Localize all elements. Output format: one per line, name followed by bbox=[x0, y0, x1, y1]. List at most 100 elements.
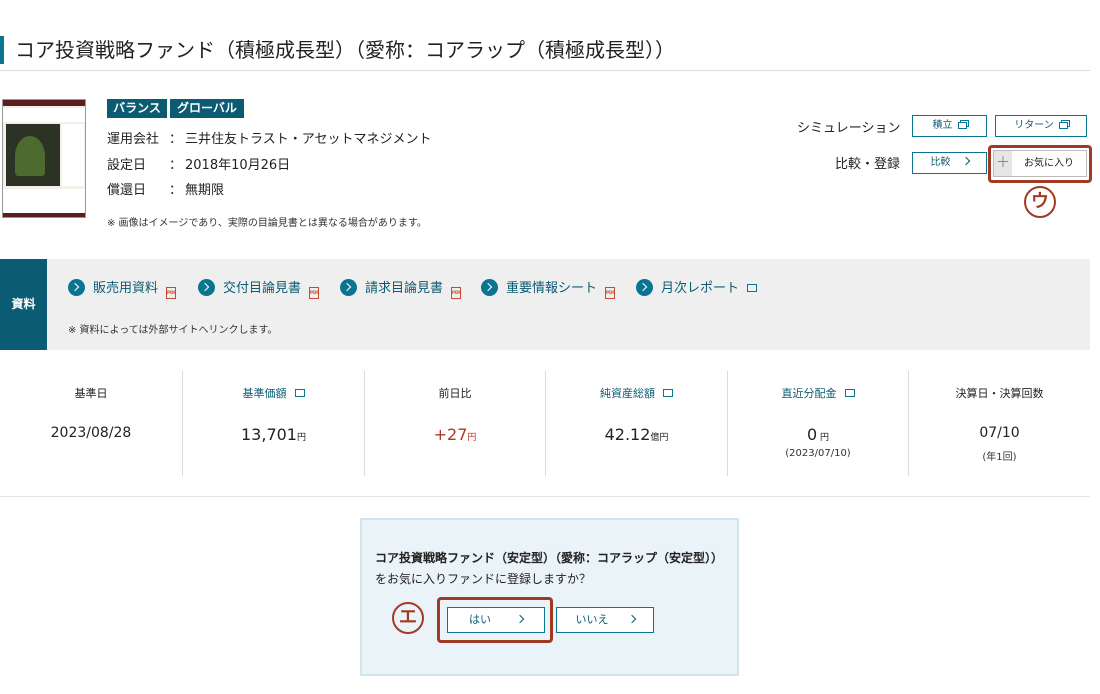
doc-link-key-info-sheet[interactable]: 重要情報シート PDF bbox=[481, 279, 616, 299]
stats-divider bbox=[0, 496, 1090, 497]
return-simulation-button[interactable]: リターン bbox=[995, 115, 1087, 137]
title-accent-bar bbox=[0, 36, 4, 64]
marker-u-badge: ウ bbox=[1024, 186, 1056, 218]
arrow-circle-icon bbox=[340, 279, 357, 296]
info-value: 2018年10月26日 bbox=[185, 158, 291, 173]
stat-unit: 円 bbox=[817, 433, 830, 443]
return-label: リターン bbox=[1014, 120, 1054, 131]
stat-value: 07/10 bbox=[979, 425, 1020, 441]
info-row-maturity: 償還日 ：無期限 bbox=[107, 182, 224, 200]
stat-day-change: 前日比 +27円 bbox=[364, 371, 545, 476]
doc-link-sales-material[interactable]: 販売用資料 PDF bbox=[68, 279, 177, 299]
pdf-icon: PDF bbox=[451, 287, 462, 299]
compare-button[interactable]: 比較 bbox=[912, 152, 987, 174]
page-title-bar: コア投資戦略ファンド（積極成長型）（愛称：コアラップ（積極成長型）） bbox=[0, 36, 1090, 66]
stat-value: +27 bbox=[433, 425, 468, 444]
chevron-right-icon bbox=[627, 614, 636, 624]
info-row-inception: 設定日 ： 2018年10月26日 bbox=[107, 157, 290, 175]
stat-value-wrap: +27円 bbox=[365, 425, 545, 444]
external-window-icon bbox=[844, 389, 855, 397]
no-label: いいえ bbox=[575, 613, 609, 626]
arrow-circle-icon bbox=[481, 279, 498, 296]
compare-register-label: 比較・登録 bbox=[835, 157, 901, 172]
info-label: 償還日 bbox=[107, 183, 147, 198]
stat-value-wrap: 13,701円 bbox=[183, 425, 364, 444]
dialog-fund-name: コア投資戦略ファンド（安定型）（愛称：コアラップ（安定型）） bbox=[375, 551, 724, 565]
prospectus-thumbnail[interactable] bbox=[2, 99, 86, 218]
stat-label: 決算日・決算回数 bbox=[955, 387, 1044, 400]
documents-note: ※ 資料によっては外部サイトへリンクします。 bbox=[68, 325, 278, 336]
arrow-circle-icon bbox=[198, 279, 215, 296]
info-value: 三井住友トラスト・アセットマネジメント bbox=[185, 132, 432, 147]
doc-link-delivery-prospectus[interactable]: 交付目論見書 PDF bbox=[198, 279, 320, 299]
dialog-question-text: をお気に入りファンドに登録しますか？ bbox=[375, 572, 592, 586]
stat-value-wrap: 42.12億円 bbox=[546, 425, 727, 444]
stat-value-wrap: 0 円 bbox=[728, 425, 908, 444]
stat-label: 純資産総額 bbox=[600, 387, 655, 400]
category-tag-balance: バランス bbox=[107, 99, 167, 118]
info-separator: ： bbox=[169, 158, 183, 173]
stat-label-link[interactable]: 純資産総額 bbox=[546, 385, 727, 401]
category-tag-global: グローバル bbox=[170, 99, 244, 118]
stat-sub: (年1回) bbox=[982, 452, 1017, 463]
stat-label: 基準価額 bbox=[242, 387, 287, 400]
stat-label-link[interactable]: 基準価額 bbox=[183, 385, 364, 401]
confirm-no-button[interactable]: いいえ bbox=[556, 607, 654, 633]
fund-stats: 基準日 2023/08/28 基準価額 13,701円 前日比 +27円 純資産… bbox=[0, 371, 1090, 476]
external-window-icon bbox=[294, 389, 305, 397]
stat-latest-distribution: 直近分配金 0 円 (2023/07/10) bbox=[727, 371, 908, 476]
compare-label: 比較 bbox=[930, 157, 951, 168]
documents-heading: 資料 bbox=[0, 259, 47, 350]
doc-link-label: 交付目論見書 bbox=[223, 281, 302, 296]
stat-value: 0 bbox=[806, 425, 818, 444]
tsumitate-label: 積立 bbox=[932, 120, 953, 131]
documents-section: 資料 販売用資料 PDF 交付目論見書 PDF 請求目論見書 PDF 重要情報シート P… bbox=[0, 259, 1090, 350]
stat-value: 2023/08/28 bbox=[50, 425, 132, 441]
doc-link-label: 月次レポート bbox=[661, 281, 740, 296]
stat-label-link[interactable]: 直近分配金 bbox=[728, 385, 908, 401]
stat-value: 13,701 bbox=[241, 425, 297, 444]
info-value: 無期限 bbox=[185, 183, 225, 198]
dialog-question: コア投資戦略ファンド（安定型）（愛称：コアラップ（安定型）） をお気に入りファンド… bbox=[375, 548, 725, 590]
pdf-icon: PDF bbox=[166, 287, 177, 299]
arrow-circle-icon bbox=[636, 279, 653, 296]
stat-net-assets: 純資産総額 42.12億円 bbox=[545, 371, 727, 476]
simulation-label: シミュレーション bbox=[797, 121, 901, 136]
stat-base-date: 基準日 2023/08/28 bbox=[0, 371, 182, 476]
info-label: 運用会社 bbox=[107, 132, 160, 147]
info-separator: ： bbox=[169, 132, 183, 147]
arrow-circle-icon bbox=[68, 279, 85, 296]
external-window-icon bbox=[957, 122, 967, 129]
doc-link-monthly-report[interactable]: 月次レポート bbox=[636, 279, 758, 298]
stat-label: 基準日 bbox=[74, 387, 108, 400]
stat-label: 直近分配金 bbox=[781, 387, 837, 400]
stat-unit: 円 bbox=[296, 433, 306, 443]
chevron-right-icon bbox=[961, 156, 970, 166]
marker-e-badge: エ bbox=[392, 602, 424, 634]
external-window-icon bbox=[747, 284, 758, 292]
stat-value: 42.12 bbox=[604, 425, 651, 444]
page-title: コア投資戦略ファンド（積極成長型）（愛称：コアラップ（積極成長型）） bbox=[15, 38, 675, 62]
info-label: 設定日 bbox=[107, 158, 147, 173]
highlight-box-favorite bbox=[988, 145, 1092, 183]
stat-settlement: 決算日・決算回数 07/10 (年1回) bbox=[908, 371, 1090, 476]
tsumitate-simulation-button[interactable]: 積立 bbox=[912, 115, 987, 137]
external-window-icon bbox=[1058, 122, 1068, 129]
title-divider bbox=[0, 70, 1090, 71]
stat-sub: (2023/07/10) bbox=[785, 448, 851, 459]
doc-link-label: 請求目論見書 bbox=[365, 281, 444, 296]
image-disclaimer: ※ 画像はイメージであり、実際の目論見書とは異なる場合があります。 bbox=[107, 218, 427, 229]
doc-link-request-prospectus[interactable]: 請求目論見書 PDF bbox=[340, 279, 462, 299]
stat-unit: 円 bbox=[467, 433, 477, 443]
pdf-icon: PDF bbox=[605, 287, 616, 299]
highlight-box-yes bbox=[437, 597, 553, 643]
external-window-icon bbox=[663, 389, 673, 397]
info-separator: ： bbox=[169, 183, 183, 198]
doc-link-label: 販売用資料 bbox=[93, 281, 159, 296]
stat-nav: 基準価額 13,701円 bbox=[182, 371, 364, 476]
pdf-icon: PDF bbox=[309, 287, 320, 299]
doc-link-label: 重要情報シート bbox=[506, 281, 598, 296]
info-row-manager: 運用会社 ：三井住友トラスト・アセットマネジメント bbox=[107, 131, 431, 149]
stat-label: 前日比 bbox=[438, 387, 472, 400]
stat-unit: 億円 bbox=[650, 433, 669, 443]
